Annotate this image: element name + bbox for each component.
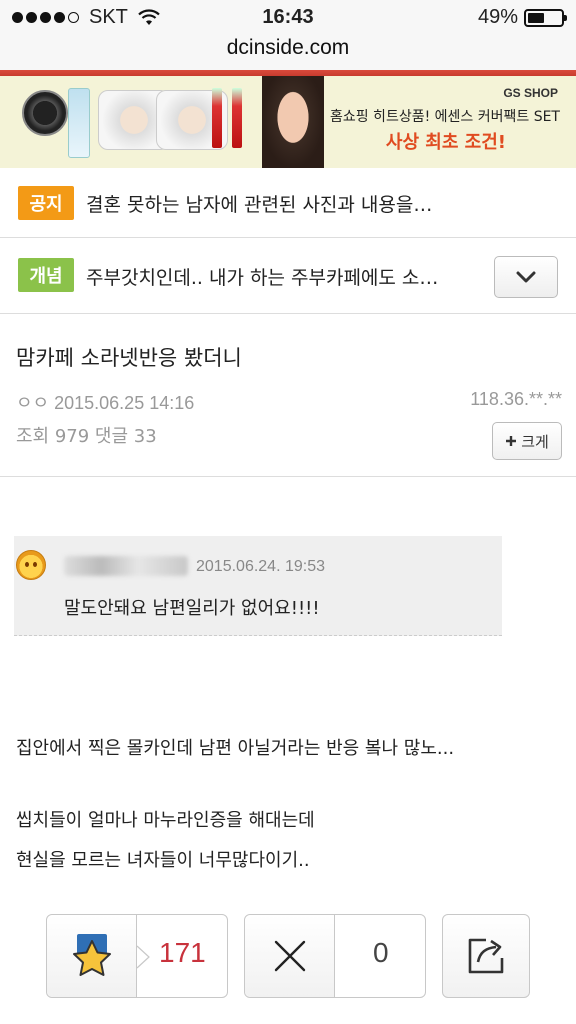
close-icon xyxy=(274,940,305,972)
status-bar: SKT 16:43 49% dcinside.com xyxy=(0,0,576,72)
ad-product-lipgloss xyxy=(232,88,242,148)
concept-row[interactable]: 개념 주부갓치인데.. 내가 하는 주부카페에도 소… xyxy=(0,238,576,314)
blurred-username xyxy=(64,556,188,576)
concept-title[interactable]: 주부갓치인데.. 내가 하는 주부카페에도 소… xyxy=(86,263,476,290)
chevron-down-icon xyxy=(516,271,536,283)
recommend-count: 171 xyxy=(159,937,206,968)
post-title: 맘카페 소라넷반응 봤더니 xyxy=(16,346,242,370)
recommend-button[interactable]: 171 xyxy=(46,914,228,998)
share-icon xyxy=(468,938,504,974)
post-author-date: ㅇㅇ 2015.06.25 14:16 xyxy=(16,393,195,413)
ad-subheadline: 사상 최초 조건! xyxy=(385,132,506,153)
battery-icon xyxy=(524,8,567,27)
ad-brand-text: GS SHOP xyxy=(503,86,558,100)
concept-tag: 개념 xyxy=(18,258,74,292)
notice-tag: 공지 xyxy=(18,186,74,220)
share-button[interactable] xyxy=(442,914,530,998)
quote-date: 2015.06.24. 19:53 xyxy=(196,558,326,575)
count-pointer-icon xyxy=(136,945,150,969)
not-recommend-button[interactable]: 0 xyxy=(244,914,426,998)
post-stats: 조회 979 댓글 33 xyxy=(16,426,157,447)
notice-row[interactable]: 공지 결혼 못하는 남자에 관련된 사진과 내용을… xyxy=(0,168,576,238)
ad-product-bottle xyxy=(68,88,90,158)
enlarge-text-button[interactable]: 크게 xyxy=(492,422,562,460)
body-text-line: 현실을 모르는 녀자들이 너무많다이기.. xyxy=(16,850,310,871)
ad-brand-logo xyxy=(22,90,68,136)
ad-model-photo xyxy=(262,76,324,168)
ad-banner[interactable]: GS SHOP 홈쇼핑 히트상품! 에센스 커버팩트 SET 사상 최초 조건! xyxy=(0,76,576,168)
embedded-comment-image: 2015.06.24. 19:53 말도안돼요 남편일리가 없어요!!!! xyxy=(14,536,502,636)
ad-product-lipgloss xyxy=(212,88,222,148)
expand-button[interactable] xyxy=(494,256,558,298)
body-text-line: 집안에서 찍은 몰카인데 남편 아닐거라는 반응 봌나 많노... xyxy=(16,738,455,759)
ad-headline: 홈쇼핑 히트상품! 에센스 커버팩트 SET xyxy=(329,109,560,125)
url-bar[interactable]: dcinside.com xyxy=(0,36,576,60)
battery-percent: 49% xyxy=(477,6,518,28)
not-recommend-count: 0 xyxy=(373,937,389,968)
post-ip: 118.36.**.** xyxy=(470,389,562,409)
header-divider xyxy=(0,476,576,477)
star-icon xyxy=(72,934,111,976)
plus-icon xyxy=(506,436,517,446)
quote-text: 말도안돼요 남편일리가 없어요!!!! xyxy=(64,598,320,619)
notice-title[interactable]: 결혼 못하는 남자에 관련된 사진과 내용을… xyxy=(86,190,556,217)
body-text-line: 씹치들이 얼마나 마누라인증을 해대는데 xyxy=(16,810,315,831)
enlarge-label: 크게 xyxy=(521,432,549,451)
user-emoji-icon xyxy=(16,550,46,580)
